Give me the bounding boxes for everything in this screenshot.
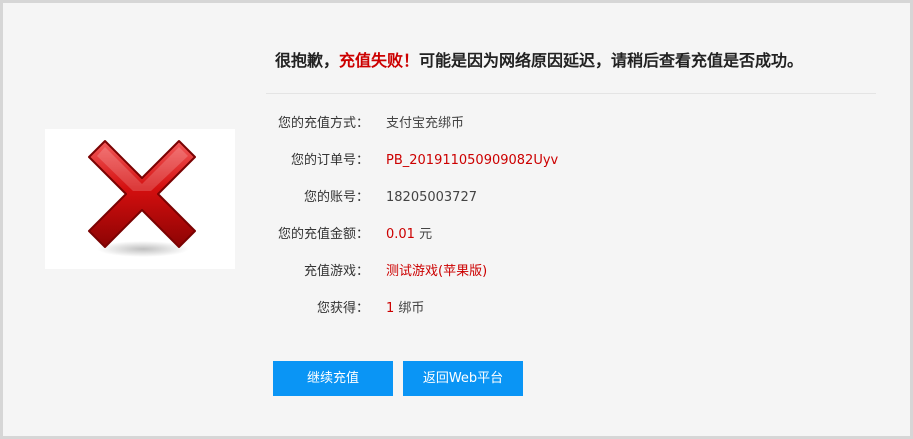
result-headline: 很抱歉，充值失败！可能是因为网络原因延迟，请稍后查看充值是否成功。 (275, 47, 803, 71)
detail-value: 1 绑币 (386, 298, 424, 320)
detail-value: 测试游戏(苹果版) (386, 261, 487, 283)
amount-unit: 元 (419, 227, 433, 242)
headline-failure-text: 充值失败！ (339, 51, 420, 70)
detail-row-game: 充值游戏： 测试游戏(苹果版) (265, 261, 825, 283)
obtained-unit: 绑币 (398, 301, 425, 316)
detail-label: 您的订单号： (290, 153, 369, 168)
failure-x-icon (88, 140, 196, 257)
detail-value: 0.01 元 (386, 224, 432, 246)
detail-value: 18205003727 (386, 190, 477, 205)
headline-suffix: 可能是因为网络原因延迟，请稍后查看充值是否成功。 (419, 51, 804, 70)
detail-label: 您的充值方式： (277, 116, 369, 131)
detail-row-method: 您的充值方式： 支付宝充绑币 (265, 113, 825, 135)
detail-label: 充值游戏： (303, 264, 369, 279)
detail-row-amount: 您的充值金额： 0.01 元 (265, 224, 825, 246)
page-frame: 很抱歉，充值失败！可能是因为网络原因延迟，请稍后查看充值是否成功。 您的充值方式… (0, 0, 913, 439)
detail-row-account: 您的账号： 18205003727 (265, 187, 825, 209)
continue-recharge-button[interactable]: 继续充值 (273, 361, 393, 396)
detail-value: 支付宝充绑币 (386, 116, 465, 131)
failure-icon-panel (45, 129, 235, 269)
detail-label: 您获得： (316, 301, 369, 316)
amount-value: 0.01 (386, 227, 415, 242)
back-to-web-platform-button[interactable]: 返回Web平台 (403, 361, 523, 396)
obtained-value: 1 (386, 301, 395, 316)
headline-prefix: 很抱歉， (275, 51, 340, 70)
order-number: PB_201911050909082Uyv (386, 153, 559, 168)
detail-value: PB_201911050909082Uyv (386, 150, 558, 172)
divider (266, 93, 876, 94)
detail-label: 您的充值金额： (277, 227, 369, 242)
detail-row-obtained: 您获得： 1 绑币 (265, 298, 825, 320)
game-name: 测试游戏(苹果版) (386, 264, 488, 279)
detail-row-order: 您的订单号： PB_201911050909082Uyv (265, 150, 825, 172)
detail-label: 您的账号： (303, 190, 369, 205)
